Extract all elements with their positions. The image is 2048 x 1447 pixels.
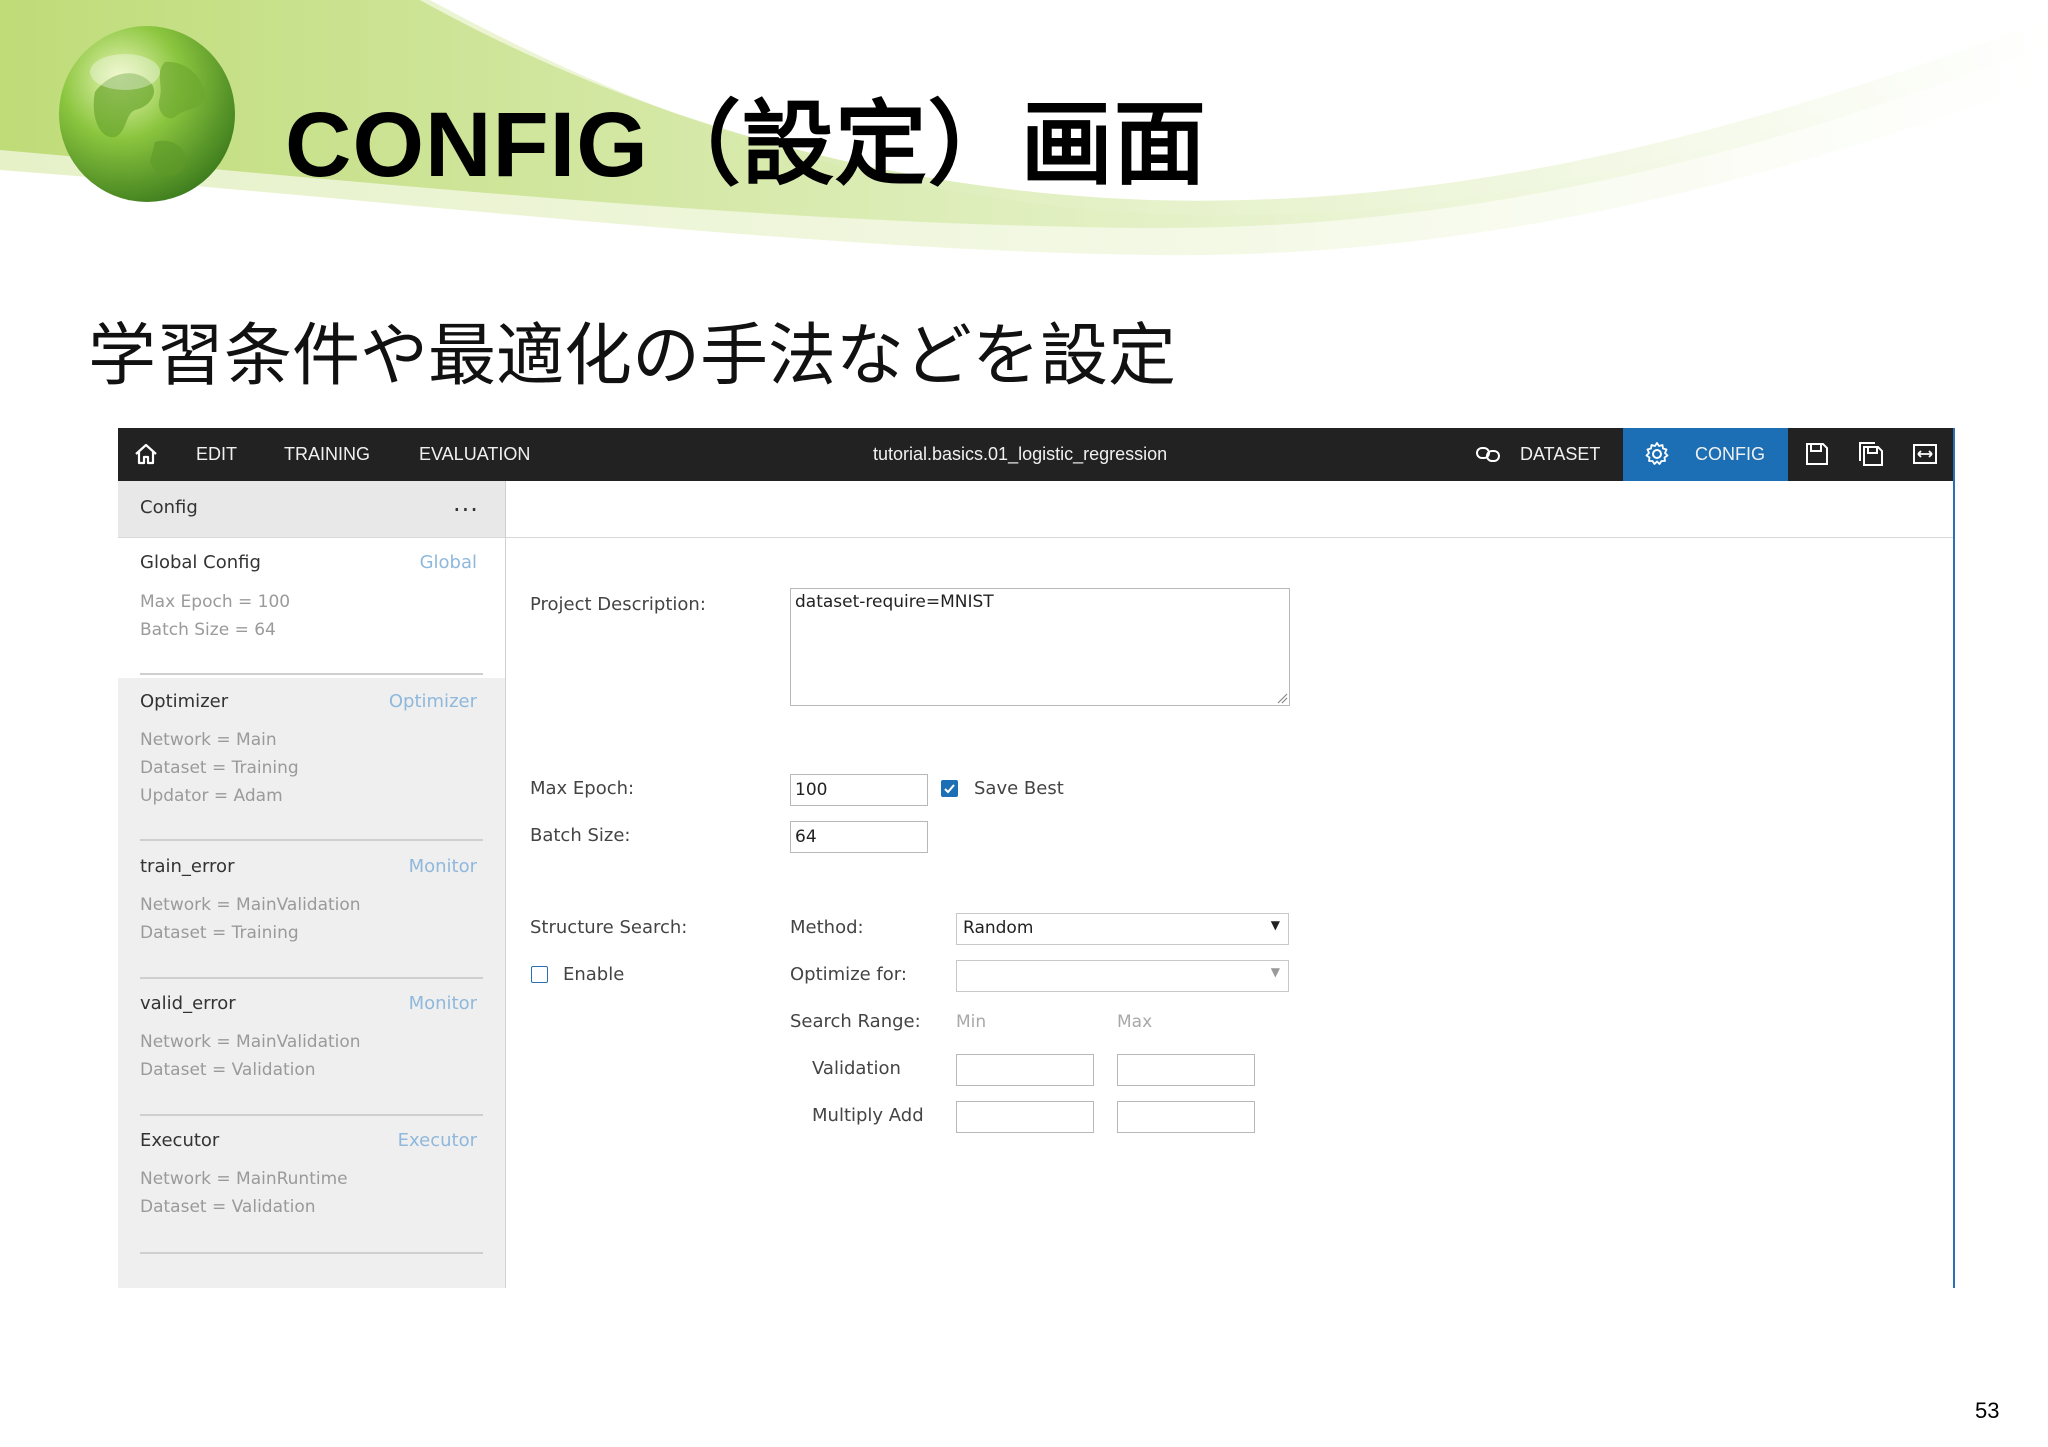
nav-edit-tab[interactable]: EDIT [196,428,237,481]
card-divider [140,839,483,841]
card-line: Network = MainValidation [140,895,361,915]
nav-training-tab[interactable]: TRAINING [284,428,370,481]
dataset-tab[interactable]: DATASET [1520,428,1600,481]
card-type: Monitor [408,856,477,877]
card-line: Network = MainRuntime [140,1169,348,1189]
card-divider [140,1114,483,1116]
card-title: valid_error [140,993,236,1014]
card-line: Network = MainValidation [140,1032,361,1052]
slide-subtitle: 学習条件や最適化の手法などを設定 [88,317,1177,396]
multiply-add-min-input[interactable] [956,1101,1094,1133]
validation-label: Validation [812,1058,901,1079]
config-detail-header [506,481,1953,538]
resize-handle-icon[interactable] [1276,692,1288,704]
multiply-add-label: Multiply Add [812,1105,924,1126]
card-line: Updator = Adam [140,786,283,806]
fit-screen-icon[interactable] [1911,440,1939,468]
card-title: Executor [140,1130,220,1151]
min-column-label: Min [956,1012,987,1032]
optimize-for-label: Optimize for: [790,964,907,985]
top-toolbar: EDIT TRAINING EVALUATION tutorial.basics… [118,428,1953,481]
save-best-label: Save Best [974,778,1064,799]
card-line: Max Epoch = 100 [140,592,291,612]
more-menu-button[interactable]: ... [453,489,479,517]
max-column-label: Max [1117,1012,1153,1032]
method-label: Method: [790,917,864,938]
config-tab-label: CONFIG [1695,444,1765,464]
card-title: Optimizer [140,691,229,712]
card-line: Batch Size = 64 [140,620,276,640]
card-line: Dataset = Validation [140,1197,316,1217]
card-type: Monitor [408,993,477,1014]
multiply-add-max-input[interactable] [1117,1101,1255,1133]
card-line: Network = Main [140,730,277,750]
card-divider [140,977,483,979]
save-best-checkbox[interactable] [941,780,958,797]
checkmark-icon [944,784,955,794]
config-card-global[interactable]: Global Config Global Max Epoch = 100 Bat… [118,538,505,678]
validation-max-input[interactable] [1117,1054,1255,1086]
page-number: 53 [1975,1398,2000,1423]
card-title: Global Config [140,552,261,573]
card-type: Optimizer [388,691,477,712]
validation-min-input[interactable] [956,1054,1094,1086]
chevron-down-icon: ▼ [1270,965,1280,979]
project-title: tutorial.basics.01_logistic_regression [873,444,1168,464]
globe-logo [59,26,235,202]
chevron-down-icon: ▼ [1270,918,1280,932]
project-description-label: Project Description: [530,594,706,615]
card-type: Executor [397,1130,477,1151]
max-epoch-input[interactable] [790,774,928,806]
config-list-header: Config ... [118,481,505,538]
config-card-executor[interactable]: Executor Executor Network = MainRuntime … [118,1117,505,1257]
card-title: train_error [140,856,235,877]
app-window: EDIT TRAINING EVALUATION tutorial.basics… [118,428,1955,1288]
save-as-icon[interactable] [1857,440,1885,468]
method-dropdown-value: Random [963,918,1034,938]
method-dropdown[interactable]: Random ▼ [956,913,1289,945]
config-card-valid-error[interactable]: valid_error Monitor Network = MainValida… [118,980,505,1117]
enable-checkbox[interactable] [531,966,548,983]
config-card-optimizer[interactable]: Optimizer Optimizer Network = Main Datas… [118,678,505,843]
config-card-train-error[interactable]: train_error Monitor Network = MainValida… [118,843,505,980]
card-line: Dataset = Validation [140,1060,316,1080]
project-description-field[interactable]: dataset-require=MNIST [790,588,1290,706]
config-tab[interactable]: CONFIG [1623,428,1788,481]
home-icon[interactable] [132,440,160,468]
structure-search-label: Structure Search: [530,917,688,938]
card-line: Dataset = Training [140,923,299,943]
card-divider [140,673,483,675]
card-line: Dataset = Training [140,758,299,778]
config-list-panel: Config ... Global Config Global Max Epoc… [118,481,506,1288]
save-icon[interactable] [1803,440,1831,468]
slide-title: CONFIG（設定）画面 [285,94,1207,196]
dataset-link-icon[interactable] [1474,440,1502,468]
config-list-title: Config [140,497,198,518]
card-type: Global [419,552,477,573]
nav-evaluation-tab[interactable]: EVALUATION [419,428,530,481]
search-range-label: Search Range: [790,1011,921,1032]
batch-size-label: Batch Size: [530,825,631,846]
batch-size-input[interactable] [790,821,928,853]
optimize-for-dropdown[interactable]: ▼ [956,960,1289,992]
card-divider [140,1252,483,1254]
max-epoch-label: Max Epoch: [530,778,635,799]
enable-label: Enable [563,964,625,985]
gear-icon [1645,442,1669,465]
